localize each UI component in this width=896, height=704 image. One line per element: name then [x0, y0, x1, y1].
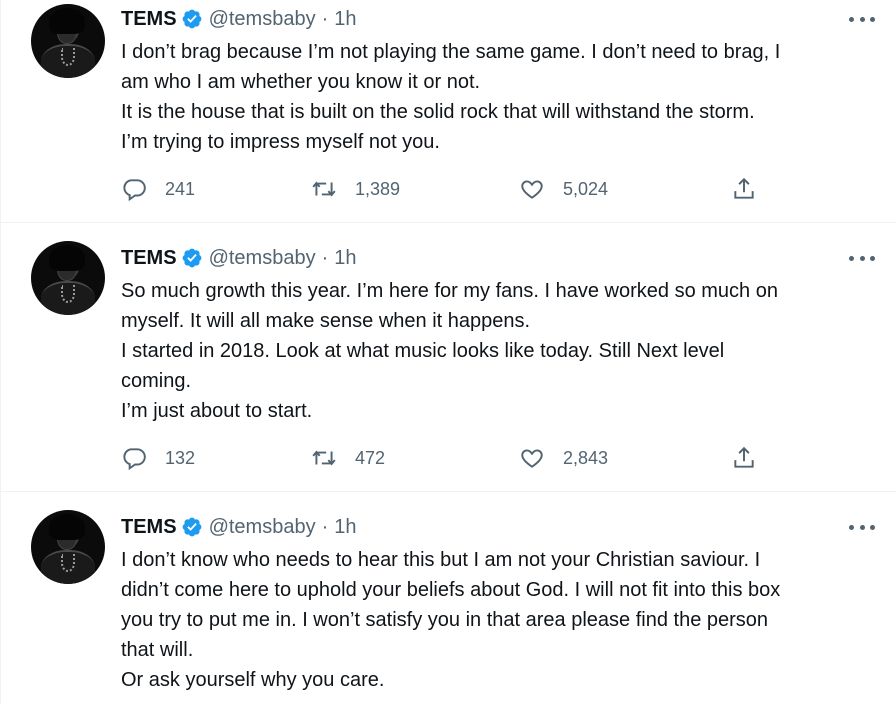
more-options-icon[interactable]: [849, 517, 875, 537]
retweet-count: 472: [355, 447, 386, 468]
tweet-text-line: you try to put me in. I won’t satisfy yo…: [121, 609, 769, 631]
separator: ·: [321, 8, 329, 30]
tweet-text-line: I don’t know who needs to hear this but …: [121, 549, 761, 571]
verified-badge-icon: [182, 248, 201, 268]
tweet-text-line: So much growth this year. I’m here for m…: [121, 280, 778, 302]
more-options-icon[interactable]: [849, 9, 875, 29]
tweet-text-line: coming.: [121, 370, 192, 392]
display-name[interactable]: TEMS: [121, 7, 177, 31]
more-options-icon[interactable]: [849, 248, 875, 268]
reply-count: 241: [165, 178, 196, 199]
tweet-text-line: Or ask yourself why you care.: [121, 669, 385, 691]
tweet-text: I don’t know who needs to hear this but …: [121, 545, 881, 695]
separator: ·: [321, 516, 329, 538]
share-button[interactable]: [731, 445, 757, 471]
retweet-icon: [312, 450, 336, 466]
retweet-count: 1,389: [355, 178, 401, 199]
tweet-text-line: myself. It will all make sense when it h…: [121, 310, 531, 332]
tweet[interactable]: TEMS @temsbaby · 1h I don’t brag because…: [1, 0, 896, 223]
tweet[interactable]: TEMS @temsbaby · 1h So much growth this …: [1, 223, 896, 492]
timestamp[interactable]: 1h: [334, 515, 356, 539]
tweet-actions: 132 472 2,843: [121, 445, 761, 475]
tweet-text: I don’t brag because I’m not playing the…: [121, 37, 881, 157]
verified-badge-icon: [182, 517, 201, 537]
tweet-text-line: I started in 2018. Look at what music lo…: [121, 340, 725, 362]
reply-icon: [123, 448, 146, 471]
share-button[interactable]: [731, 176, 757, 202]
heart-icon: [521, 180, 543, 199]
tweet-text-line: I’m trying to impress myself not you.: [121, 131, 440, 153]
reply-icon: [123, 179, 146, 202]
tweet-feed: TEMS @temsbaby · 1h I don’t brag because…: [0, 0, 896, 704]
retweet-icon: [312, 181, 336, 197]
avatar[interactable]: [31, 241, 105, 315]
retweet-button[interactable]: 1,389: [311, 176, 400, 202]
share-icon: [734, 446, 754, 468]
tweet-text-line: I’m just about to start.: [121, 400, 313, 422]
handle[interactable]: @temsbaby: [209, 246, 316, 270]
avatar[interactable]: [31, 510, 105, 584]
tweet-text-line: that will.: [121, 639, 194, 661]
tweet-header: TEMS @temsbaby · 1h: [121, 246, 357, 270]
verified-badge-icon: [182, 9, 201, 29]
display-name[interactable]: TEMS: [121, 515, 177, 539]
display-name[interactable]: TEMS: [121, 246, 177, 270]
like-button[interactable]: 5,024: [519, 176, 608, 202]
tweet-header: TEMS @temsbaby · 1h: [121, 7, 357, 31]
tweet-text-line: I don’t brag because I’m not playing the…: [121, 41, 781, 63]
reply-button[interactable]: 132: [121, 445, 195, 471]
handle[interactable]: @temsbaby: [209, 7, 316, 31]
like-count: 2,843: [563, 447, 609, 468]
share-icon: [734, 177, 754, 199]
reply-count: 132: [165, 447, 196, 468]
like-count: 5,024: [563, 178, 609, 199]
tweet[interactable]: TEMS @temsbaby · 1h I don’t know who nee…: [1, 492, 896, 704]
tweet-text-line: It is the house that is built on the sol…: [121, 101, 755, 123]
timestamp[interactable]: 1h: [334, 7, 356, 31]
tweet-text-line: am who I am whether you know it or not.: [121, 71, 481, 93]
avatar[interactable]: [31, 4, 105, 78]
retweet-button[interactable]: 472: [311, 445, 385, 471]
reply-button[interactable]: 241: [121, 176, 195, 202]
separator: ·: [321, 247, 329, 269]
handle[interactable]: @temsbaby: [209, 515, 316, 539]
heart-icon: [521, 449, 543, 468]
tweet-actions: 241 1,389 5,024: [121, 176, 761, 206]
like-button[interactable]: 2,843: [519, 445, 608, 471]
tweet-text: So much growth this year. I’m here for m…: [121, 276, 881, 426]
tweet-header: TEMS @temsbaby · 1h: [121, 515, 357, 539]
tweet-text-line: didn’t come here to uphold your beliefs …: [121, 579, 781, 601]
timestamp[interactable]: 1h: [334, 246, 356, 270]
